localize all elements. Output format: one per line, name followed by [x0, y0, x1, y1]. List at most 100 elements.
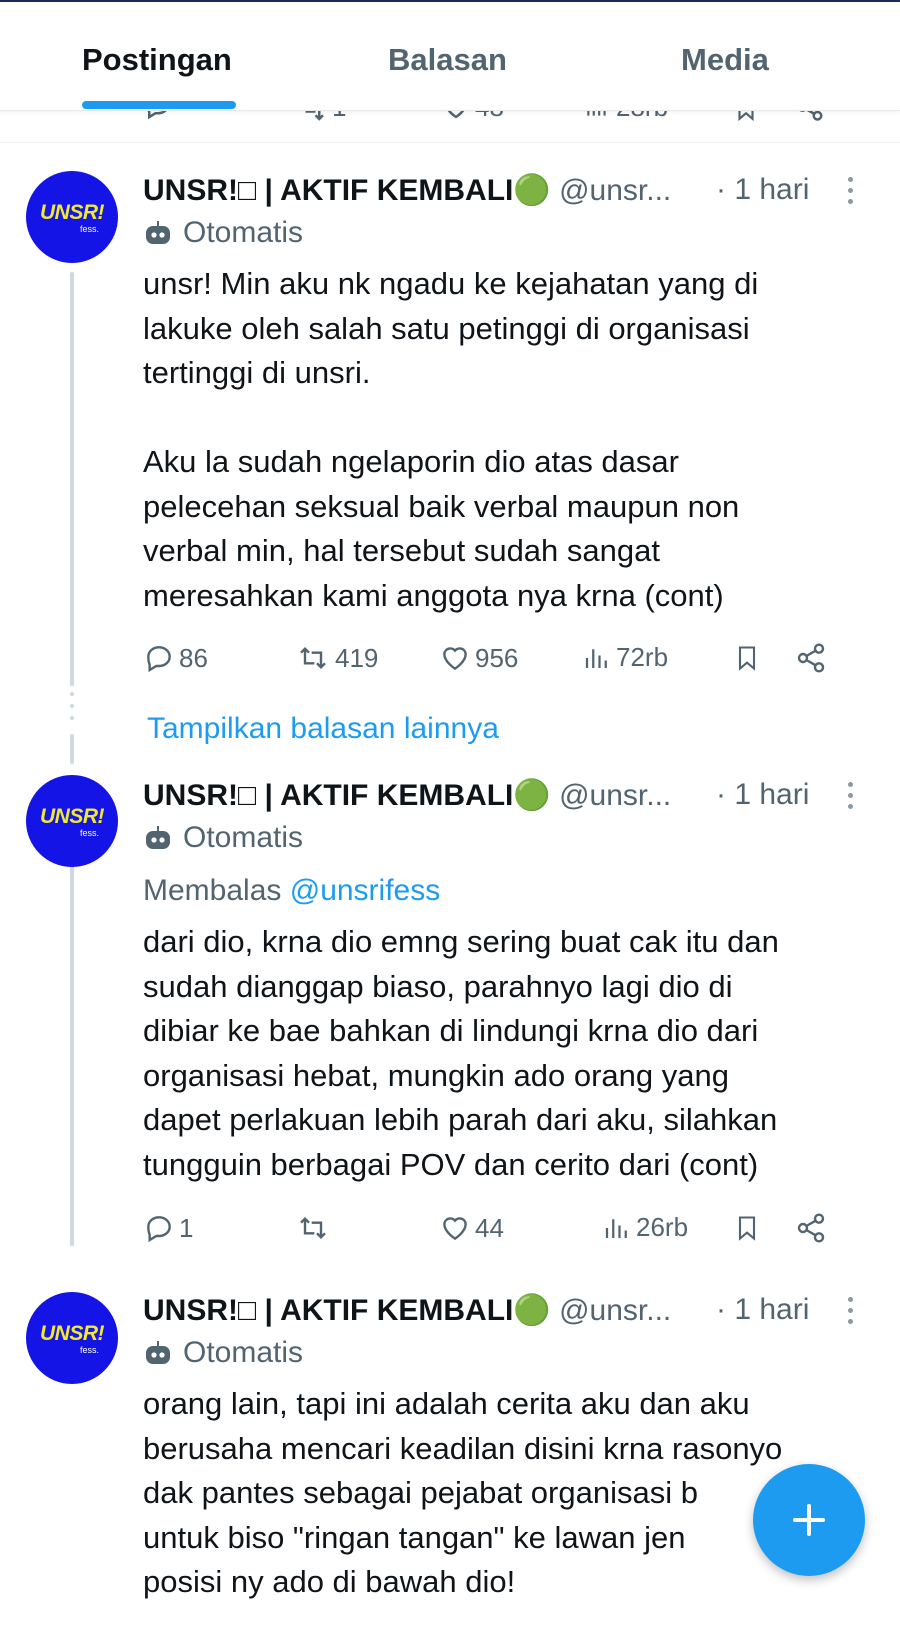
retweet-icon [300, 646, 326, 670]
post-header: UNSR!□ | AKTIF KEMBALI🟢 @unsr... [143, 778, 671, 813]
post-actions: 1 44 26rb [143, 1212, 863, 1252]
robot-icon [146, 221, 170, 244]
text-line: untuk biso "ringan tangan" ke lawan jen [143, 1519, 686, 1555]
more-icon[interactable] [848, 177, 854, 210]
text-line: lakuke oleh salah satu petinggi di organ… [143, 310, 750, 346]
more-icon[interactable] [848, 782, 854, 815]
avatar-logo-text: UNSR! [40, 1322, 105, 1345]
reply-icon [147, 1216, 171, 1243]
text-line: pelecehan seksual baik verbal maupun non [143, 488, 740, 524]
text-line: berusaha mencari keadilan disini krna ra… [143, 1430, 783, 1466]
handle[interactable]: @unsr... [559, 779, 671, 812]
tab-media[interactable]: Media [681, 42, 769, 78]
share-button[interactable] [795, 1212, 827, 1244]
bookmark-button[interactable] [733, 1212, 761, 1244]
share-button[interactable] [795, 642, 827, 674]
text-line: tertinggi di unsri. [143, 355, 371, 390]
post-actions: 86 419 956 72rb [143, 642, 863, 682]
replying-to-mention[interactable]: @unsrifess [290, 874, 441, 907]
automated-badge: Otomatis [143, 821, 303, 855]
robot-icon [146, 826, 170, 849]
views-button[interactable]: 26rb [602, 1212, 688, 1243]
timestamp[interactable]: · 1 hari [716, 1293, 809, 1327]
text-line: posisi ny ado di bawah dio! [143, 1564, 516, 1599]
more-icon[interactable] [848, 1297, 854, 1330]
status-emoji: 🟢 [513, 1294, 551, 1327]
bookmark-icon [738, 646, 756, 671]
text-line: dari dio, krna dio emng sering buat cak … [143, 924, 779, 959]
active-tab-indicator [82, 101, 236, 109]
text-line: dapet perlakuan lebih parah dari aku, si… [143, 1102, 778, 1137]
share-icon [797, 1213, 825, 1243]
replying-to-label: Membalas [143, 874, 282, 907]
robot-icon [146, 1341, 170, 1364]
automated-label: Otomatis [183, 1336, 304, 1369]
retweet-button[interactable]: 419 [295, 642, 378, 674]
text-line: organisasi hebat, mungkin ado orang yang [143, 1057, 729, 1093]
avatar-logo-text: UNSR! [40, 805, 105, 828]
post-header: UNSR!□ | AKTIF KEMBALI🟢 @unsr... [143, 173, 671, 208]
share-icon [797, 643, 825, 673]
timestamp[interactable]: · 1 hari [716, 778, 809, 812]
view-count: 26rb [636, 1212, 689, 1242]
retweet-button[interactable] [295, 1212, 335, 1244]
avatar[interactable]: UNSR! fess. [26, 775, 118, 867]
like-count: 956 [475, 642, 519, 673]
handle[interactable]: @unsr... [559, 1294, 671, 1327]
like-icon [443, 647, 467, 671]
text-line: verbal min, hal tersebut sudah sangat [143, 533, 660, 568]
like-icon [443, 1217, 467, 1241]
compose-button[interactable] [753, 1464, 865, 1576]
avatar-logo-text: UNSR! [40, 201, 105, 224]
views-icon [585, 648, 607, 668]
bookmark-button[interactable] [733, 642, 761, 674]
thread-line [70, 272, 74, 686]
tab-postingan[interactable]: Postingan [82, 42, 232, 78]
thread-dot [70, 704, 74, 708]
text-line: sudah dianggap biaso, parahnyo lagi dio … [143, 968, 733, 1004]
automated-badge: Otomatis [143, 216, 303, 250]
display-name[interactable]: UNSR!□ | AKTIF KEMBALI [143, 174, 513, 207]
like-button[interactable]: 44 [439, 1212, 504, 1244]
separator [0, 142, 900, 143]
replying-to: Membalas @unsrifess [143, 874, 440, 908]
avatar[interactable]: UNSR! fess. [26, 171, 118, 263]
view-count: 72rb [616, 642, 669, 672]
reply-button[interactable]: 86 [143, 642, 208, 674]
retweet-count: 419 [335, 642, 379, 673]
avatar-logo-subtext: fess. [80, 224, 100, 234]
reply-count: 86 [179, 642, 208, 673]
post-text: unsr! Min aku nk ngadu ke kejahatan yang… [143, 262, 843, 618]
text-line: unsr! Min aku nk ngadu ke kejahatan yang… [143, 266, 759, 301]
like-button[interactable]: 956 [439, 642, 518, 674]
automated-label: Otomatis [183, 216, 304, 249]
post-header: UNSR!□ | AKTIF KEMBALI🟢 @unsr... [143, 1293, 671, 1328]
text-line: dibiar ke bae bahkan di lindungi krna di… [143, 1013, 759, 1048]
post-text: orang lain, tapi ini adalah cerita aku d… [143, 1382, 843, 1605]
text-line: Aku la sudah ngelaporin dio atas dasar [143, 444, 679, 479]
automated-badge: Otomatis [143, 1336, 303, 1370]
avatar[interactable]: UNSR! fess. [26, 1292, 118, 1384]
timestamp[interactable]: · 1 hari [716, 173, 809, 207]
reply-button[interactable]: 1 [143, 1212, 193, 1244]
post-text: dari dio, krna dio emng sering buat cak … [143, 920, 843, 1187]
tab-balasan[interactable]: Balasan [388, 42, 507, 78]
text-line: dak pantes sebagai pejabat organisasi b [143, 1475, 698, 1510]
show-more-replies-link[interactable]: Tampilkan balasan lainnya [147, 712, 499, 746]
bookmark-icon [738, 1216, 756, 1241]
display-name[interactable]: UNSR!□ | AKTIF KEMBALI [143, 779, 513, 812]
text-line: meresahkan kami anggota nya krna (cont) [143, 577, 724, 613]
status-emoji: 🟢 [513, 779, 551, 812]
views-button[interactable]: 72rb [582, 642, 668, 673]
reply-icon [147, 646, 171, 673]
avatar-logo-subtext: fess. [80, 1345, 100, 1355]
display-name[interactable]: UNSR!□ | AKTIF KEMBALI [143, 1294, 513, 1327]
automated-label: Otomatis [183, 821, 304, 854]
retweet-icon [300, 1216, 326, 1240]
text-line: tungguin berbagai POV dan cerito dari (c… [143, 1146, 759, 1182]
text-line: orang lain, tapi ini adalah cerita aku d… [143, 1386, 750, 1421]
handle[interactable]: @unsr... [559, 174, 671, 207]
avatar-logo-subtext: fess. [80, 828, 100, 838]
thread-dot [70, 692, 74, 696]
